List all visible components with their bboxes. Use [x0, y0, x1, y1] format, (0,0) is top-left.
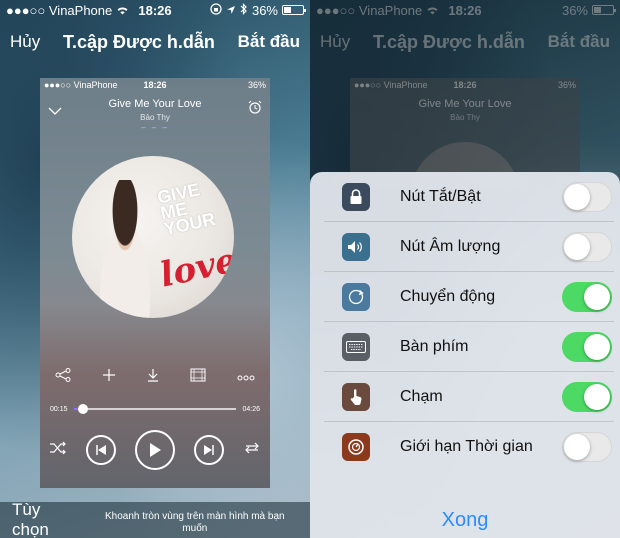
options-button[interactable]: Tùy chọn	[12, 500, 82, 538]
rotate-icon	[342, 282, 370, 311]
status-bar: ●●●○○ VinaPhone 18:26 36%	[0, 0, 310, 20]
option-row: Nút Tắt/Bật	[324, 172, 614, 222]
option-label: Nút Âm lượng	[400, 237, 501, 255]
option-toggle[interactable]	[562, 381, 612, 412]
artist-name: Bảo Thy	[140, 113, 170, 122]
total-time: 04:26	[242, 405, 260, 413]
progress-track[interactable]	[73, 404, 237, 414]
left-panel: ●●●○○ VinaPhone 18:26 36% Hủy T.cập Được…	[0, 0, 310, 538]
option-toggle[interactable]	[562, 432, 612, 462]
lock-icon	[342, 182, 370, 211]
keyboard-icon	[342, 332, 370, 361]
previous-icon	[96, 445, 107, 455]
options-sheet: Xong Nút Tắt/Bật Nút Âm lượng Chuyển động B…	[310, 172, 620, 538]
transport-controls	[40, 430, 270, 470]
add-icon[interactable]	[102, 368, 116, 385]
option-row: Chuyển động	[324, 272, 614, 322]
previous-button[interactable]	[86, 435, 117, 465]
bottom-bar: Tùy chọn Khoanh tròn vùng trên màn hình …	[0, 500, 310, 538]
option-label: Chạm	[400, 387, 443, 405]
album-art: GIVE ME YOUR love	[72, 156, 234, 318]
location-icon	[226, 3, 236, 18]
progress-bar[interactable]: 00:15 04:26	[50, 402, 260, 416]
option-row: Bàn phím	[324, 322, 614, 372]
speaker-icon	[342, 232, 370, 261]
start-button[interactable]: Bắt đầu	[238, 32, 300, 52]
instruction-hint: Khoanh tròn vùng trên màn hình mà bạn mu…	[105, 511, 285, 534]
next-icon	[203, 445, 214, 455]
toggle-thumb	[564, 233, 590, 260]
download-icon[interactable]	[146, 368, 160, 385]
option-row: Chạm	[324, 372, 614, 422]
option-label: Chuyển động	[400, 287, 496, 305]
timer-icon	[342, 433, 370, 461]
wifi-icon	[116, 3, 129, 18]
right-panel: ●●●○○ VinaPhone 18:26 36% Hủy T.cập Được…	[310, 0, 620, 538]
repeat-icon[interactable]	[243, 441, 261, 460]
play-icon	[149, 443, 161, 457]
bluetooth-icon	[240, 2, 248, 18]
now-playing-header: Give Me Your Love Bảo Thy – – –	[40, 92, 270, 132]
toggle-thumb	[584, 333, 610, 360]
nav-bar: Hủy T.cập Được h.dẫn Bắt đầu	[0, 22, 310, 62]
album-figure	[86, 180, 164, 318]
carrier-label: ●●●○○ VinaPhone	[6, 2, 113, 18]
shuffle-icon[interactable]	[49, 441, 67, 460]
screen-preview[interactable]: ●●●○○ VinaPhone 18:26 36% Give Me Your L…	[40, 78, 270, 488]
song-title: Give Me Your Love	[108, 98, 202, 110]
nav-title: T.cập Được h.dẫn	[63, 31, 215, 52]
option-toggle[interactable]	[562, 231, 612, 262]
progress-knob[interactable]	[78, 404, 89, 414]
share-icon[interactable]	[55, 368, 71, 385]
elapsed-time: 00:15	[50, 405, 68, 413]
hand-icon	[342, 382, 370, 411]
toggle-thumb	[564, 183, 590, 210]
orientation-lock-icon	[210, 2, 222, 18]
album-text-top: GIVE ME YOUR	[155, 179, 218, 240]
preview-status-bar: ●●●○○ VinaPhone 18:26 36%	[40, 78, 270, 92]
option-toggle[interactable]	[562, 181, 612, 212]
done-button[interactable]: Xong	[310, 509, 620, 532]
option-toggle[interactable]	[562, 331, 612, 362]
option-toggle[interactable]	[562, 281, 612, 312]
battery-icon	[282, 5, 306, 15]
option-label: Bàn phím	[400, 337, 469, 355]
option-label: Giới hạn Thời gian	[400, 438, 533, 455]
album-text-main: love	[156, 240, 234, 296]
battery-percent: 36%	[251, 2, 278, 18]
more-icon[interactable]	[237, 368, 255, 385]
toggle-thumb	[564, 434, 590, 460]
video-icon[interactable]	[190, 368, 206, 385]
toggle-thumb	[584, 383, 610, 410]
alarm-clock-icon[interactable]	[248, 100, 262, 119]
next-button[interactable]	[193, 435, 224, 465]
page-dots: – – –	[141, 123, 169, 132]
cancel-button[interactable]: Hủy	[10, 32, 40, 52]
option-label: Nút Tắt/Bật	[400, 187, 481, 205]
preview-time: 18:26	[143, 80, 167, 90]
play-button[interactable]	[134, 430, 175, 470]
toggle-thumb	[584, 283, 610, 310]
option-row: Nút Âm lượng	[324, 222, 614, 272]
option-row: Giới hạn Thời gian	[324, 422, 614, 472]
action-row	[40, 368, 270, 385]
